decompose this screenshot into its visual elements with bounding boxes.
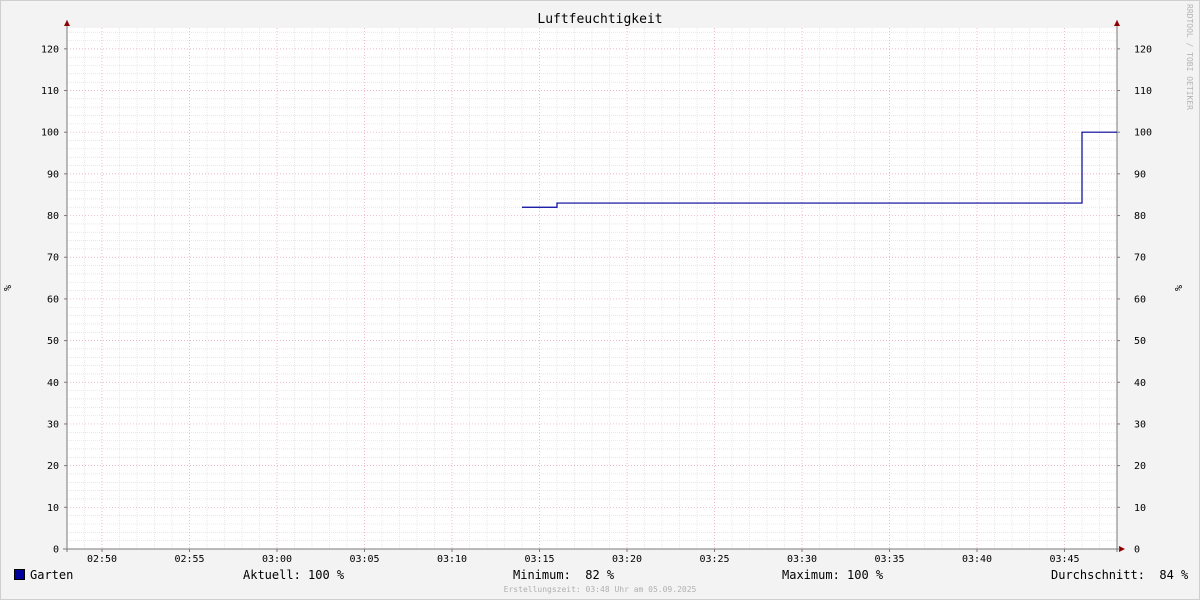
legend-maximum: Maximum: 100 % (782, 568, 884, 582)
x-tick-label: 03:15 (524, 554, 554, 565)
legend: Garten Aktuell: 100 % Minimum: 82 % Maxi… (0, 566, 1200, 584)
y-tick-label-left: 120 (41, 44, 59, 55)
y-tick-label-left: 110 (41, 86, 59, 97)
y-tick-label-right: 120 (1134, 44, 1152, 55)
y-tick-label-right: 60 (1134, 294, 1146, 305)
y-tick-label-left: 100 (41, 128, 59, 139)
y-tick-label-left: 40 (47, 378, 59, 389)
y-axis-arrow-right (1114, 20, 1120, 26)
y-axis-label-left: % (3, 285, 14, 291)
y-tick-label-left: 70 (47, 253, 59, 264)
y-tick-label-right: 40 (1134, 378, 1146, 389)
y-tick-label-left: 50 (47, 336, 59, 347)
y-tick-label-right: 20 (1134, 461, 1146, 472)
y-tick-label-right: 100 (1134, 128, 1152, 139)
y-tick-label-right: 70 (1134, 253, 1146, 264)
x-tick-label: 03:05 (349, 554, 379, 565)
x-tick-label: 03:00 (262, 554, 292, 565)
y-tick-label-left: 10 (47, 503, 59, 514)
y-tick-label-right: 30 (1134, 419, 1146, 430)
x-tick-label: 03:40 (962, 554, 992, 565)
creation-time-note: Erstellungszeit: 03:48 Uhr am 05.09.2025 (503, 585, 697, 594)
legend-minimum: Minimum: 82 % (513, 568, 615, 582)
x-tick-label: 03:35 (874, 554, 904, 565)
legend-aktuell: Aktuell: 100 % (243, 568, 345, 582)
y-tick-label-left: 30 (47, 419, 59, 430)
y-axis-arrow-left (64, 20, 70, 26)
y-axis-label-right: % (1174, 285, 1185, 291)
y-tick-label-right: 80 (1134, 211, 1146, 222)
rrdtool-credit: RRDTOOL / TOBI OETIKER (1185, 4, 1194, 110)
x-tick-label: 02:55 (174, 554, 204, 565)
x-tick-label: 03:10 (437, 554, 467, 565)
legend-series-name: Garten (30, 568, 74, 582)
chart-canvas: 0 0 10 10 20 20 30 30 40 40 50 50 60 60 70 70 80 80 90 90 10… (3, 4, 1194, 565)
grid (66, 28, 1118, 550)
x-tick-label: 03:30 (787, 554, 817, 565)
x-tick-label: 03:20 (612, 554, 642, 565)
chart-title: Luftfeuchtigkeit (537, 12, 662, 27)
y-tick-label-right: 50 (1134, 336, 1146, 347)
y-tick-label-left: 80 (47, 211, 59, 222)
legend-swatch-garten (14, 569, 25, 580)
y-tick-label-right: 110 (1134, 86, 1152, 97)
x-tick-label: 03:25 (699, 554, 729, 565)
x-tick-label: 03:45 (1049, 554, 1079, 565)
x-tick-label: 02:50 (87, 554, 117, 565)
y-tick-label-left: 20 (47, 461, 59, 472)
y-tick-label-right: 10 (1134, 503, 1146, 514)
y-tick-label-left: 0 (53, 545, 59, 556)
y-tick-label-right: 90 (1134, 169, 1146, 180)
y-tick-label-left: 90 (47, 169, 59, 180)
legend-durchschnitt: Durchschnitt: 84 % (1051, 568, 1189, 582)
y-tick-label-left: 60 (47, 294, 59, 305)
y-tick-label-right: 0 (1134, 545, 1140, 556)
